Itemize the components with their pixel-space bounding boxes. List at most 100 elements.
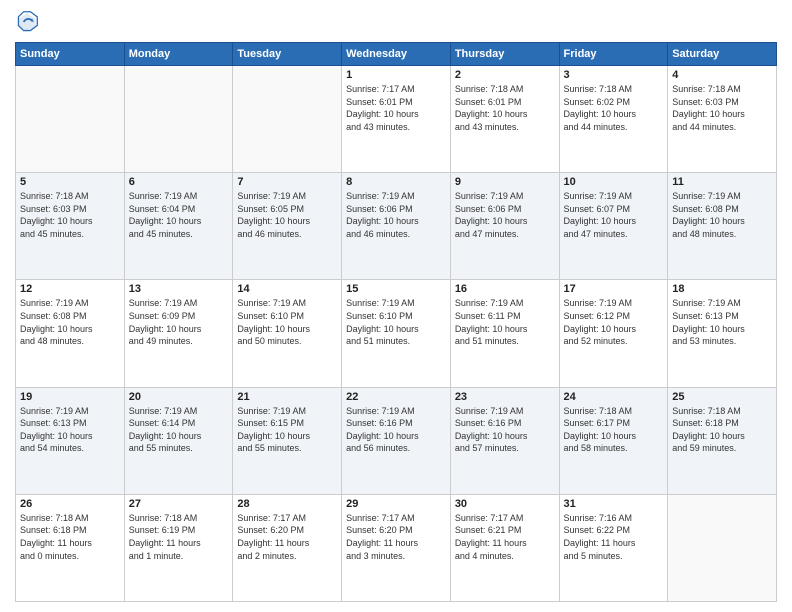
day-number: 9	[455, 176, 555, 188]
day-info: Sunrise: 7:19 AM Sunset: 6:06 PM Dayligh…	[346, 190, 446, 240]
calendar-cell: 16 Sunrise: 7:19 AM Sunset: 6:11 PM Dayli…	[450, 280, 559, 387]
page: SundayMondayTuesdayWednesdayThursdayFrid…	[0, 0, 792, 612]
header	[15, 10, 777, 34]
logo	[15, 10, 43, 34]
day-info: Sunrise: 7:19 AM Sunset: 6:11 PM Dayligh…	[455, 297, 555, 347]
day-number: 29	[346, 498, 446, 510]
calendar-cell: 5 Sunrise: 7:18 AM Sunset: 6:03 PM Daylig…	[16, 173, 125, 280]
day-number: 30	[455, 498, 555, 510]
calendar-cell: 14 Sunrise: 7:19 AM Sunset: 6:10 PM Dayli…	[233, 280, 342, 387]
day-number: 19	[20, 391, 120, 403]
calendar-cell	[233, 66, 342, 173]
day-info: Sunrise: 7:19 AM Sunset: 6:13 PM Dayligh…	[20, 405, 120, 455]
day-info: Sunrise: 7:19 AM Sunset: 6:08 PM Dayligh…	[20, 297, 120, 347]
calendar-cell: 4 Sunrise: 7:18 AM Sunset: 6:03 PM Daylig…	[668, 66, 777, 173]
day-number: 28	[237, 498, 337, 510]
calendar-cell: 11 Sunrise: 7:19 AM Sunset: 6:08 PM Dayli…	[668, 173, 777, 280]
calendar-cell: 29 Sunrise: 7:17 AM Sunset: 6:20 PM Dayli…	[342, 494, 451, 601]
day-info: Sunrise: 7:18 AM Sunset: 6:18 PM Dayligh…	[672, 405, 772, 455]
calendar-cell: 18 Sunrise: 7:19 AM Sunset: 6:13 PM Dayli…	[668, 280, 777, 387]
day-info: Sunrise: 7:18 AM Sunset: 6:18 PM Dayligh…	[20, 512, 120, 562]
day-number: 5	[20, 176, 120, 188]
calendar-cell: 9 Sunrise: 7:19 AM Sunset: 6:06 PM Daylig…	[450, 173, 559, 280]
day-number: 2	[455, 69, 555, 81]
calendar-table: SundayMondayTuesdayWednesdayThursdayFrid…	[15, 42, 777, 602]
calendar-cell: 31 Sunrise: 7:16 AM Sunset: 6:22 PM Dayli…	[559, 494, 668, 601]
day-info: Sunrise: 7:18 AM Sunset: 6:02 PM Dayligh…	[564, 83, 664, 133]
calendar-cell: 27 Sunrise: 7:18 AM Sunset: 6:19 PM Dayli…	[124, 494, 233, 601]
weekday-header-wednesday: Wednesday	[342, 43, 451, 66]
calendar-cell	[16, 66, 125, 173]
day-number: 27	[129, 498, 229, 510]
day-number: 6	[129, 176, 229, 188]
day-number: 11	[672, 176, 772, 188]
day-info: Sunrise: 7:18 AM Sunset: 6:01 PM Dayligh…	[455, 83, 555, 133]
day-info: Sunrise: 7:19 AM Sunset: 6:10 PM Dayligh…	[237, 297, 337, 347]
weekday-header-saturday: Saturday	[668, 43, 777, 66]
calendar-cell: 19 Sunrise: 7:19 AM Sunset: 6:13 PM Dayli…	[16, 387, 125, 494]
day-info: Sunrise: 7:19 AM Sunset: 6:16 PM Dayligh…	[346, 405, 446, 455]
day-number: 7	[237, 176, 337, 188]
calendar-cell: 26 Sunrise: 7:18 AM Sunset: 6:18 PM Dayli…	[16, 494, 125, 601]
day-number: 4	[672, 69, 772, 81]
day-info: Sunrise: 7:19 AM Sunset: 6:12 PM Dayligh…	[564, 297, 664, 347]
day-info: Sunrise: 7:17 AM Sunset: 6:21 PM Dayligh…	[455, 512, 555, 562]
weekday-header-friday: Friday	[559, 43, 668, 66]
day-number: 8	[346, 176, 446, 188]
calendar-cell: 8 Sunrise: 7:19 AM Sunset: 6:06 PM Daylig…	[342, 173, 451, 280]
calendar-cell: 22 Sunrise: 7:19 AM Sunset: 6:16 PM Dayli…	[342, 387, 451, 494]
calendar-cell: 13 Sunrise: 7:19 AM Sunset: 6:09 PM Dayli…	[124, 280, 233, 387]
calendar-cell: 12 Sunrise: 7:19 AM Sunset: 6:08 PM Dayli…	[16, 280, 125, 387]
calendar-cell: 10 Sunrise: 7:19 AM Sunset: 6:07 PM Dayli…	[559, 173, 668, 280]
day-info: Sunrise: 7:19 AM Sunset: 6:05 PM Dayligh…	[237, 190, 337, 240]
calendar-cell: 20 Sunrise: 7:19 AM Sunset: 6:14 PM Dayli…	[124, 387, 233, 494]
day-info: Sunrise: 7:19 AM Sunset: 6:14 PM Dayligh…	[129, 405, 229, 455]
day-number: 13	[129, 283, 229, 295]
calendar-cell: 28 Sunrise: 7:17 AM Sunset: 6:20 PM Dayli…	[233, 494, 342, 601]
weekday-header-tuesday: Tuesday	[233, 43, 342, 66]
day-number: 25	[672, 391, 772, 403]
day-number: 20	[129, 391, 229, 403]
day-info: Sunrise: 7:16 AM Sunset: 6:22 PM Dayligh…	[564, 512, 664, 562]
day-number: 26	[20, 498, 120, 510]
day-info: Sunrise: 7:18 AM Sunset: 6:03 PM Dayligh…	[20, 190, 120, 240]
day-info: Sunrise: 7:17 AM Sunset: 6:20 PM Dayligh…	[346, 512, 446, 562]
day-number: 16	[455, 283, 555, 295]
day-number: 1	[346, 69, 446, 81]
day-info: Sunrise: 7:19 AM Sunset: 6:08 PM Dayligh…	[672, 190, 772, 240]
calendar-cell: 3 Sunrise: 7:18 AM Sunset: 6:02 PM Daylig…	[559, 66, 668, 173]
calendar-cell: 24Sunrise: 7:18 AM Sunset: 6:17 PM Dayli…	[559, 387, 668, 494]
day-number: 23	[455, 391, 555, 403]
day-info: Sunrise: 7:19 AM Sunset: 6:06 PM Dayligh…	[455, 190, 555, 240]
day-info: Sunrise: 7:19 AM Sunset: 6:16 PM Dayligh…	[455, 405, 555, 455]
calendar-cell	[124, 66, 233, 173]
day-number: 15	[346, 283, 446, 295]
day-number: 18	[672, 283, 772, 295]
day-info: Sunrise: 7:18 AM Sunset: 6:17 PM Dayligh…	[564, 405, 664, 455]
calendar-cell: 17 Sunrise: 7:19 AM Sunset: 6:12 PM Dayli…	[559, 280, 668, 387]
day-number: 10	[564, 176, 664, 188]
day-info: Sunrise: 7:17 AM Sunset: 6:01 PM Dayligh…	[346, 83, 446, 133]
day-info: Sunrise: 7:19 AM Sunset: 6:09 PM Dayligh…	[129, 297, 229, 347]
day-number: 3	[564, 69, 664, 81]
day-number: 12	[20, 283, 120, 295]
day-number: 22	[346, 391, 446, 403]
calendar-cell: 25 Sunrise: 7:18 AM Sunset: 6:18 PM Dayli…	[668, 387, 777, 494]
calendar-cell: 21Sunrise: 7:19 AM Sunset: 6:15 PM Dayli…	[233, 387, 342, 494]
day-info: Sunrise: 7:17 AM Sunset: 6:20 PM Dayligh…	[237, 512, 337, 562]
calendar-cell	[668, 494, 777, 601]
calendar-cell: 2 Sunrise: 7:18 AM Sunset: 6:01 PM Daylig…	[450, 66, 559, 173]
calendar-cell: 1 Sunrise: 7:17 AM Sunset: 6:01 PM Daylig…	[342, 66, 451, 173]
day-number: 17	[564, 283, 664, 295]
day-number: 31	[564, 498, 664, 510]
day-info: Sunrise: 7:18 AM Sunset: 6:03 PM Dayligh…	[672, 83, 772, 133]
day-number: 14	[237, 283, 337, 295]
calendar-cell: 15Sunrise: 7:19 AM Sunset: 6:10 PM Dayli…	[342, 280, 451, 387]
day-number: 21	[237, 391, 337, 403]
calendar-cell: 7 Sunrise: 7:19 AM Sunset: 6:05 PM Daylig…	[233, 173, 342, 280]
calendar-cell: 30 Sunrise: 7:17 AM Sunset: 6:21 PM Dayli…	[450, 494, 559, 601]
day-info: Sunrise: 7:19 AM Sunset: 6:13 PM Dayligh…	[672, 297, 772, 347]
weekday-header-sunday: Sunday	[16, 43, 125, 66]
day-info: Sunrise: 7:19 AM Sunset: 6:07 PM Dayligh…	[564, 190, 664, 240]
day-info: Sunrise: 7:18 AM Sunset: 6:19 PM Dayligh…	[129, 512, 229, 562]
